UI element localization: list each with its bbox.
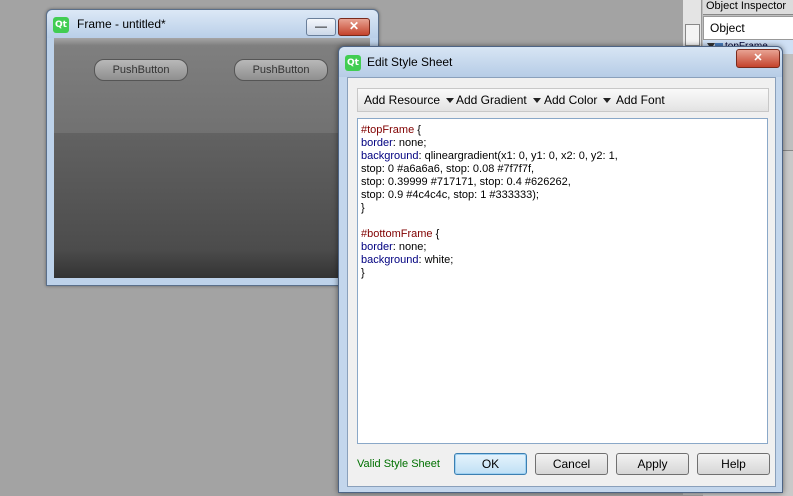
editor-line: background: white; bbox=[361, 254, 767, 267]
dialog-title: Edit Style Sheet bbox=[367, 55, 453, 69]
object-column-header[interactable]: Object bbox=[703, 16, 793, 40]
style-toolbar: Add Resource Add Gradient Add Color Add … bbox=[357, 88, 769, 112]
editor-token: stop: 0.39999 #717171, stop: 0.4 #626262… bbox=[361, 176, 571, 188]
editor-token: #bottomFrame bbox=[361, 228, 433, 240]
editor-line: } bbox=[361, 202, 767, 215]
editor-line: background: qlineargradient(x1: 0, y1: 0… bbox=[361, 150, 767, 163]
frame-window: Qt Frame - untitled* — ✕ PushButton Push… bbox=[46, 9, 379, 286]
editor-token: stop: 0.9 #4c4c4c, stop: 1 #333333); bbox=[361, 189, 539, 201]
validity-status: Valid Style Sheet bbox=[357, 458, 440, 470]
close-button[interactable]: ✕ bbox=[338, 18, 370, 36]
top-frame: PushButton PushButton bbox=[54, 38, 370, 133]
cancel-button[interactable]: Cancel bbox=[535, 453, 608, 475]
dropdown-arrow-icon[interactable] bbox=[603, 98, 612, 104]
editor-token: background bbox=[361, 150, 419, 162]
editor-token: : none; bbox=[392, 241, 427, 253]
add-color-button[interactable]: Add Color bbox=[544, 89, 612, 111]
edit-style-sheet-dialog: Qt Edit Style Sheet ✕ Add Resource Add G… bbox=[338, 46, 783, 493]
dropdown-arrow-icon[interactable] bbox=[446, 98, 455, 104]
style-sheet-editor[interactable]: #topFrame {border: none; background: qlin… bbox=[357, 118, 768, 444]
add-resource-label: Add Resource bbox=[364, 93, 441, 107]
editor-token: : white; bbox=[418, 254, 454, 266]
editor-token: #topFrame bbox=[361, 124, 415, 136]
minimize-button[interactable]: — bbox=[306, 18, 336, 36]
qt-logo-icon: Qt bbox=[53, 17, 69, 33]
add-resource-button[interactable]: Add Resource bbox=[364, 89, 455, 111]
editor-token: } bbox=[361, 267, 365, 279]
editor-line: stop: 0 #a6a6a6, stop: 0.08 #7f7f7f, bbox=[361, 163, 767, 176]
frame-title-bar[interactable]: Qt Frame - untitled* — ✕ bbox=[47, 10, 378, 38]
editor-line: #topFrame { bbox=[361, 124, 767, 137]
frame-content: PushButton PushButton bbox=[54, 38, 370, 278]
push-button-1[interactable]: PushButton bbox=[94, 59, 188, 81]
editor-token: border bbox=[361, 241, 393, 253]
add-font-label: Add Font bbox=[616, 93, 665, 107]
frame-window-title: Frame - untitled* bbox=[77, 17, 166, 31]
add-gradient-label: Add Gradient bbox=[456, 93, 527, 107]
dialog-title-bar[interactable]: Qt Edit Style Sheet ✕ bbox=[339, 47, 782, 77]
editor-token: { bbox=[414, 124, 421, 136]
editor-token: background bbox=[361, 254, 419, 266]
ok-button[interactable]: OK bbox=[454, 453, 527, 475]
editor-line: #bottomFrame { bbox=[361, 228, 767, 241]
help-button[interactable]: Help bbox=[697, 453, 770, 475]
add-color-label: Add Color bbox=[544, 93, 598, 107]
editor-line: } bbox=[361, 267, 767, 280]
add-font-button[interactable]: Add Font bbox=[616, 89, 665, 111]
editor-line: stop: 0.9 #4c4c4c, stop: 1 #333333); bbox=[361, 189, 767, 202]
bottom-frame bbox=[54, 133, 370, 278]
apply-button[interactable]: Apply bbox=[616, 453, 689, 475]
editor-token: stop: 0 #a6a6a6, stop: 0.08 #7f7f7f, bbox=[361, 163, 535, 175]
editor-line: stop: 0.39999 #717171, stop: 0.4 #626262… bbox=[361, 176, 767, 189]
editor-token: : none; bbox=[392, 137, 427, 149]
object-inspector-title: Object Inspector bbox=[703, 0, 793, 15]
editor-line: border: none; bbox=[361, 137, 767, 150]
qt-logo-icon: Qt bbox=[345, 55, 361, 71]
editor-line: border: none; bbox=[361, 241, 767, 254]
editor-token: border bbox=[361, 137, 393, 149]
add-gradient-button[interactable]: Add Gradient bbox=[456, 89, 541, 111]
dialog-close-button[interactable]: ✕ bbox=[736, 49, 780, 68]
editor-token: : qlineargradient(x1: 0, y1: 0, x2: 0, y… bbox=[418, 150, 618, 162]
push-button-2[interactable]: PushButton bbox=[234, 59, 328, 81]
editor-token: { bbox=[432, 228, 440, 240]
scrollbar-thumb[interactable] bbox=[685, 24, 700, 46]
editor-token: } bbox=[361, 202, 365, 214]
dialog-body: Add Resource Add Gradient Add Color Add … bbox=[347, 77, 776, 487]
dropdown-arrow-icon[interactable] bbox=[532, 98, 541, 104]
